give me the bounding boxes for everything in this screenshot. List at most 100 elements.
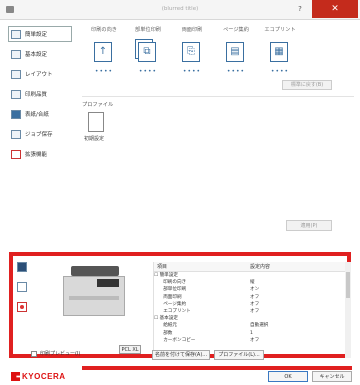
duplex-option[interactable]: ⎘ •••• [170,40,214,78]
option-selector-dots[interactable]: •••• [266,68,294,75]
kyocera-logo: KYOCERA [11,372,66,381]
print-preview-checkbox[interactable] [31,350,37,357]
row-key: 両面印刷 [154,294,182,300]
table-row: 印刷の向き 縦 [154,279,351,286]
sidebar-item-label: レイアウト [25,72,53,78]
row-value: 縦 [250,280,255,286]
save-as-button[interactable]: 名前を付けて保存(A)... [152,350,210,360]
duplex-icon: ⎘ [182,42,200,62]
duplex-label: 両面印刷 [181,27,203,33]
job-icon [11,129,21,139]
title-bar: (blurred title) ? ✕ [0,0,360,20]
cover-icon [11,109,21,119]
kyocera-logo-icon [11,372,20,381]
row-key: ☐ 基本設定 [154,316,178,322]
printer-control-panel [97,279,119,287]
ecoprint-option[interactable]: ▦ •••• [258,40,302,78]
preview-view-tabs [17,262,29,322]
table-row[interactable]: ☐ 基本設定 [154,315,351,322]
printer-view-tab-icon[interactable] [17,262,27,272]
printer-tray [69,296,119,300]
printer-scanner-lid [71,266,119,276]
layout-icon [11,69,21,79]
sidebar-item-quality[interactable]: 印刷品質 [8,86,72,102]
row-value: オン [250,287,260,293]
basic-icon [11,49,21,59]
row-value: オフ [250,308,260,314]
table-row: 部数 1 [154,330,351,337]
sidebar-item-advanced[interactable]: 拡張機能 [8,146,72,162]
row-value: オフ [250,294,260,300]
profile-tile-label: 初期設定 [84,136,105,142]
sidebar-item-label: ジョブ保存 [25,132,53,138]
orientation-label: 印刷の向き [91,27,117,33]
printer-image [63,266,125,322]
row-key: 部数 [154,330,173,336]
sidebar-item-label: 簡単設定 [25,32,48,38]
color-view-tab-icon[interactable] [17,302,27,312]
printer-app-icon [6,6,14,13]
help-button[interactable]: ? [290,2,310,16]
column-header-value: 設定内容 [250,264,271,270]
section-divider [82,96,354,97]
row-value: オフ [250,337,260,343]
sidebar-item-basic[interactable]: 基本設定 [8,46,72,62]
print-preview-checkbox-row[interactable]: 印刷プレビュー(I) [31,350,80,357]
ecoprint-icon: ▦ [270,42,288,62]
row-value [250,315,336,322]
profile-default-tile[interactable]: 初期設定 [84,112,120,152]
footer: KYOCERA OK キャンセル [0,370,360,385]
collate-label: 部単位印刷 [135,27,161,33]
brand-name: KYOCERA [22,372,66,381]
cancel-button[interactable]: キャンセル [312,371,352,382]
settings-summary-panel: PCL XL 項目 設定内容 ☐ 簡単設定 印刷の向き 縦 部単位印刷 オン 両面印… [9,252,351,358]
row-key: 印刷の向き [154,280,187,286]
sidebar-item-quick-setting[interactable]: 簡単設定 [8,26,72,42]
sidebar-item-cover[interactable]: 表紙/合紙 [8,106,72,122]
sidebar-item-job[interactable]: ジョブ保存 [8,126,72,142]
sidebar-item-layout[interactable]: レイアウト [8,66,72,82]
table-row: 部単位印刷 オン [154,286,351,293]
quick-options-labels: 印刷の向き 部単位印刷 両面印刷 ページ集約 エコプリント [82,26,354,38]
multiple-pages-label: ページ集約 [223,27,249,33]
document-view-tab-icon[interactable] [17,282,27,292]
table-row: エコプリント オフ [154,308,351,315]
apply-button[interactable]: 適用(P) [286,220,332,231]
collate-icon: ⧉ [138,42,156,62]
option-selector-dots[interactable]: •••• [178,68,206,75]
sidebar-item-label: 基本設定 [25,52,48,58]
option-selector-dots[interactable]: •••• [134,68,162,75]
close-button[interactable]: ✕ [312,0,358,18]
row-key: ページ集約 [154,301,187,307]
table-row[interactable]: ☐ 簡単設定 [154,272,351,279]
portrait-arrow-icon: ↑ [94,42,112,62]
column-header-item: 項目 [157,264,168,270]
table-header: 項目 設定内容 [154,262,351,272]
row-value: 自動選択 [250,323,269,329]
row-key: 給紙元 [154,323,177,329]
row-key: 部単位印刷 [154,287,187,293]
quick-options: ↑ •••• ⧉ •••• ⎘ •••• ▤ •••• ▦ •••• [82,40,354,78]
quick-setting-icon [11,29,21,39]
window-title: (blurred title) [161,6,199,12]
sidebar-item-label: 印刷品質 [25,92,48,98]
collate-option[interactable]: ⧉ •••• [126,40,170,78]
table-scrollbar[interactable] [345,262,351,358]
scrollbar-thumb[interactable] [346,272,350,298]
row-value: 1 [250,330,253,336]
row-value [250,272,336,279]
table-row: ページ集約 オフ [154,301,351,308]
orientation-option[interactable]: ↑ •••• [82,40,126,78]
reset-defaults-button[interactable]: 標準に戻す(B) [282,80,332,90]
sidebar: 簡単設定 基本設定 レイアウト 印刷品質 表紙/合紙 ジョブ保存 拡張機能 [8,26,72,166]
print-preview-label: 印刷プレビュー(I) [40,351,81,357]
profile-button[interactable]: プロファイル(L)... [214,350,264,360]
profile-section-label: プロファイル [82,102,114,108]
ok-button[interactable]: OK [268,371,308,382]
page-layout-icon: ▤ [226,42,244,62]
option-selector-dots[interactable]: •••• [222,68,250,75]
option-selector-dots[interactable]: •••• [90,68,118,75]
multiple-pages-option[interactable]: ▤ •••• [214,40,258,78]
pdl-badge: PCL XL [119,345,141,354]
row-key: カーボンコピー [154,337,196,343]
